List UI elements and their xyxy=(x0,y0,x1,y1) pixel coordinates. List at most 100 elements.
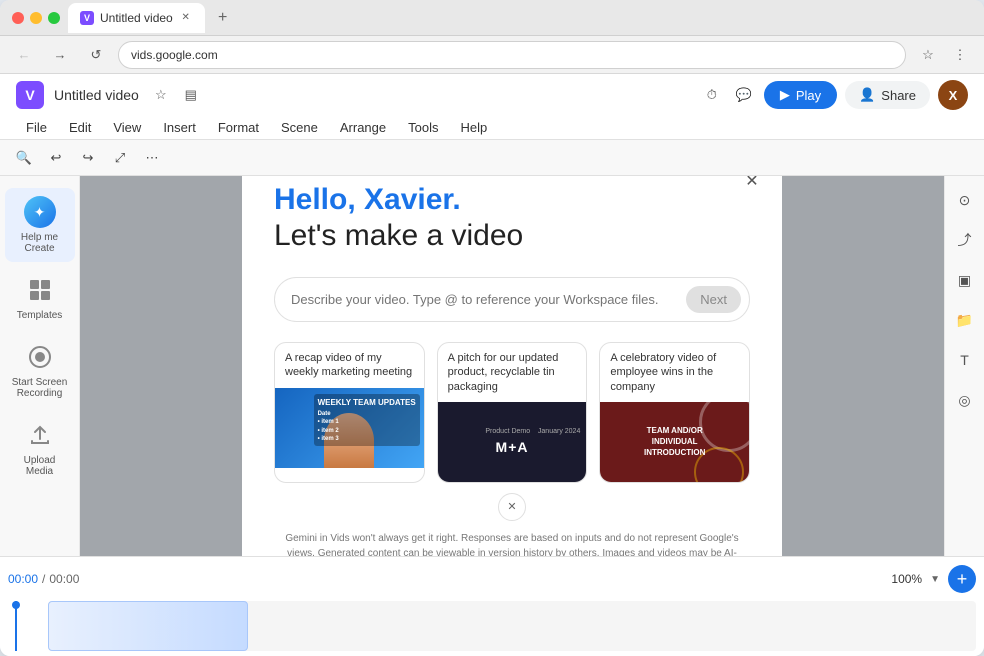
forward-btn[interactable]: → xyxy=(46,41,74,69)
redo-btn[interactable]: ↪ xyxy=(74,144,102,172)
app-title: Untitled video xyxy=(54,87,139,103)
undo-btn[interactable]: ↩ xyxy=(42,144,70,172)
address-bar[interactable]: vids.google.com xyxy=(118,41,906,69)
right-panel: ⊙ ⤴ ▣ 📁 T ◎ xyxy=(944,176,984,556)
modal-greeting-sub: Let's make a video xyxy=(274,219,750,253)
timeline-needle-area xyxy=(8,601,24,651)
time-separator: / xyxy=(42,572,45,586)
thumb-product-text: M+A xyxy=(496,439,529,455)
menu-file[interactable]: File xyxy=(16,116,57,139)
toolbar-more-btn[interactable]: ⋯ xyxy=(138,144,166,172)
expand-icon-area: ✕ xyxy=(274,493,750,521)
comments-btn[interactable]: 💬 xyxy=(732,83,756,107)
menu-edit[interactable]: Edit xyxy=(59,116,101,139)
star-btn[interactable]: ☆ xyxy=(149,83,173,107)
timeline-track[interactable] xyxy=(48,601,976,651)
minimize-browser-btn[interactable] xyxy=(30,12,42,24)
panel-label-templates: Templates xyxy=(17,310,63,321)
suggestion-label-celebration: A celebratory video of employee wins in … xyxy=(600,343,749,402)
active-tab[interactable]: V Untitled video ✕ xyxy=(68,3,205,33)
menu-help[interactable]: Help xyxy=(450,116,497,139)
avatar[interactable]: X xyxy=(938,80,968,110)
bookmark-icon: ☆ xyxy=(922,47,934,63)
right-panel-share-btn[interactable]: ⤴ xyxy=(949,224,981,256)
folder-icon: 📁 xyxy=(956,312,973,329)
menu-insert[interactable]: Insert xyxy=(153,116,206,139)
suggestion-card-weekly[interactable]: A recap video of my weekly marketing mee… xyxy=(274,342,425,483)
tab-close-btn[interactable]: ✕ xyxy=(179,11,193,25)
browser-more-btn[interactable]: ⋮ xyxy=(946,41,974,69)
zoom-dropdown-icon: ▼ xyxy=(930,574,940,585)
panel-item-ai[interactable]: ✦ Help meCreate xyxy=(5,188,75,262)
bookmark-btn[interactable]: ☆ xyxy=(914,41,942,69)
browser-more-icon: ⋮ xyxy=(954,47,967,63)
comments-icon: 💬 xyxy=(736,87,752,103)
maximize-browser-btn[interactable] xyxy=(48,12,60,24)
panel-item-recording[interactable]: Start ScreenRecording xyxy=(5,333,75,407)
decoration-circle-1 xyxy=(699,402,749,452)
right-panel-text-btn[interactable]: T xyxy=(949,344,981,376)
timeline-area: 00:00 / 00:00 100% ▼ + xyxy=(0,556,984,656)
back-icon: ← xyxy=(18,47,31,62)
menu-arrange[interactable]: Arrange xyxy=(330,116,396,139)
new-tab-btn[interactable]: + xyxy=(211,6,235,30)
right-panel-layout-btn[interactable]: ▣ xyxy=(949,264,981,296)
panel-label-recording: Start ScreenRecording xyxy=(12,377,68,399)
browser-nav: ← → ↺ vids.google.com ☆ ⋮ xyxy=(0,36,984,74)
menu-tools[interactable]: Tools xyxy=(398,116,448,139)
share-person-icon: 👤 xyxy=(859,87,875,103)
toolbar-more-icon: ⋯ xyxy=(146,150,159,166)
suggestion-card-celebration[interactable]: A celebratory video of employee wins in … xyxy=(599,342,750,483)
modal-overlay[interactable]: ✕ Hello, Xavier. Let's make a video Next xyxy=(80,176,944,556)
history-btn[interactable]: ⏱ xyxy=(700,83,724,107)
circle-icon: ◎ xyxy=(958,392,970,409)
close-browser-btn[interactable] xyxy=(12,12,24,24)
share-btn[interactable]: 👤 Share xyxy=(845,81,930,109)
share-label: Share xyxy=(881,88,916,103)
right-panel-folder-btn[interactable]: 📁 xyxy=(949,304,981,336)
app-container: V Untitled video ☆ ▤ ⏱ 💬 ▶ xyxy=(0,74,984,656)
zoom-fit-btn[interactable]: ⤢ xyxy=(106,144,134,172)
disclaimer-text: Gemini in Vids won't always get it right… xyxy=(285,533,738,556)
right-panel-circle-btn[interactable]: ◎ xyxy=(949,384,981,416)
search-toolbar-icon: 🔍 xyxy=(16,150,32,166)
timeline-track-row xyxy=(8,601,976,651)
thumb-weekly: WEEKLY TEAM UPDATES Date• item 1• item 2… xyxy=(275,388,424,468)
nav-icons: ☆ ⋮ xyxy=(914,41,974,69)
app-header-top: V Untitled video ☆ ▤ ⏱ 💬 ▶ xyxy=(0,74,984,116)
play-btn[interactable]: ▶ Play xyxy=(764,81,837,109)
browser-title-bar: V Untitled video ✕ + xyxy=(0,0,984,36)
current-time-text: 00:00 xyxy=(8,572,38,586)
redo-icon: ↪ xyxy=(83,150,94,166)
refresh-btn[interactable]: ↺ xyxy=(82,41,110,69)
panel-item-templates[interactable]: Templates xyxy=(5,266,75,329)
menu-scene[interactable]: Scene xyxy=(271,116,328,139)
suggestions-container: A recap video of my weekly marketing mee… xyxy=(274,342,750,483)
menu-format[interactable]: Format xyxy=(208,116,269,139)
menu-view[interactable]: View xyxy=(103,116,151,139)
drive-btn[interactable]: ▤ xyxy=(179,83,203,107)
avatar-letter: X xyxy=(949,88,958,103)
celebration-text: TEAM AND/ORINDIVIDUALINTRODUCTION xyxy=(644,425,705,459)
forward-icon: → xyxy=(54,47,67,62)
recording-icon xyxy=(24,341,56,373)
search-toolbar-btn[interactable]: 🔍 xyxy=(10,144,38,172)
prompt-bar[interactable]: Next xyxy=(274,277,750,322)
right-panel-record-btn[interactable]: ⊙ xyxy=(949,184,981,216)
add-scene-btn[interactable]: + xyxy=(948,565,976,593)
suggestion-card-product[interactable]: A pitch for our updated product, recycla… xyxy=(437,342,588,483)
zoom-icon: ⤢ xyxy=(115,150,125,166)
play-label: Play xyxy=(796,88,821,103)
thumb-celebration: TEAM AND/ORINDIVIDUALINTRODUCTION xyxy=(600,402,749,482)
tab-title: Untitled video xyxy=(100,11,173,25)
current-time: 00:00 xyxy=(8,572,38,586)
canvas-area: ✕ Hello, Xavier. Let's make a video Next xyxy=(80,176,944,556)
next-btn[interactable]: Next xyxy=(686,286,741,313)
share-icon: ⤴ xyxy=(958,230,972,250)
left-panel: ✦ Help meCreate Templates xyxy=(0,176,80,556)
back-btn[interactable]: ← xyxy=(10,41,38,69)
prompt-input[interactable] xyxy=(291,292,678,307)
header-icons: ☆ ▤ xyxy=(149,83,203,107)
panel-item-upload[interactable]: UploadMedia xyxy=(5,411,75,485)
expand-btn[interactable]: ✕ xyxy=(498,493,526,521)
